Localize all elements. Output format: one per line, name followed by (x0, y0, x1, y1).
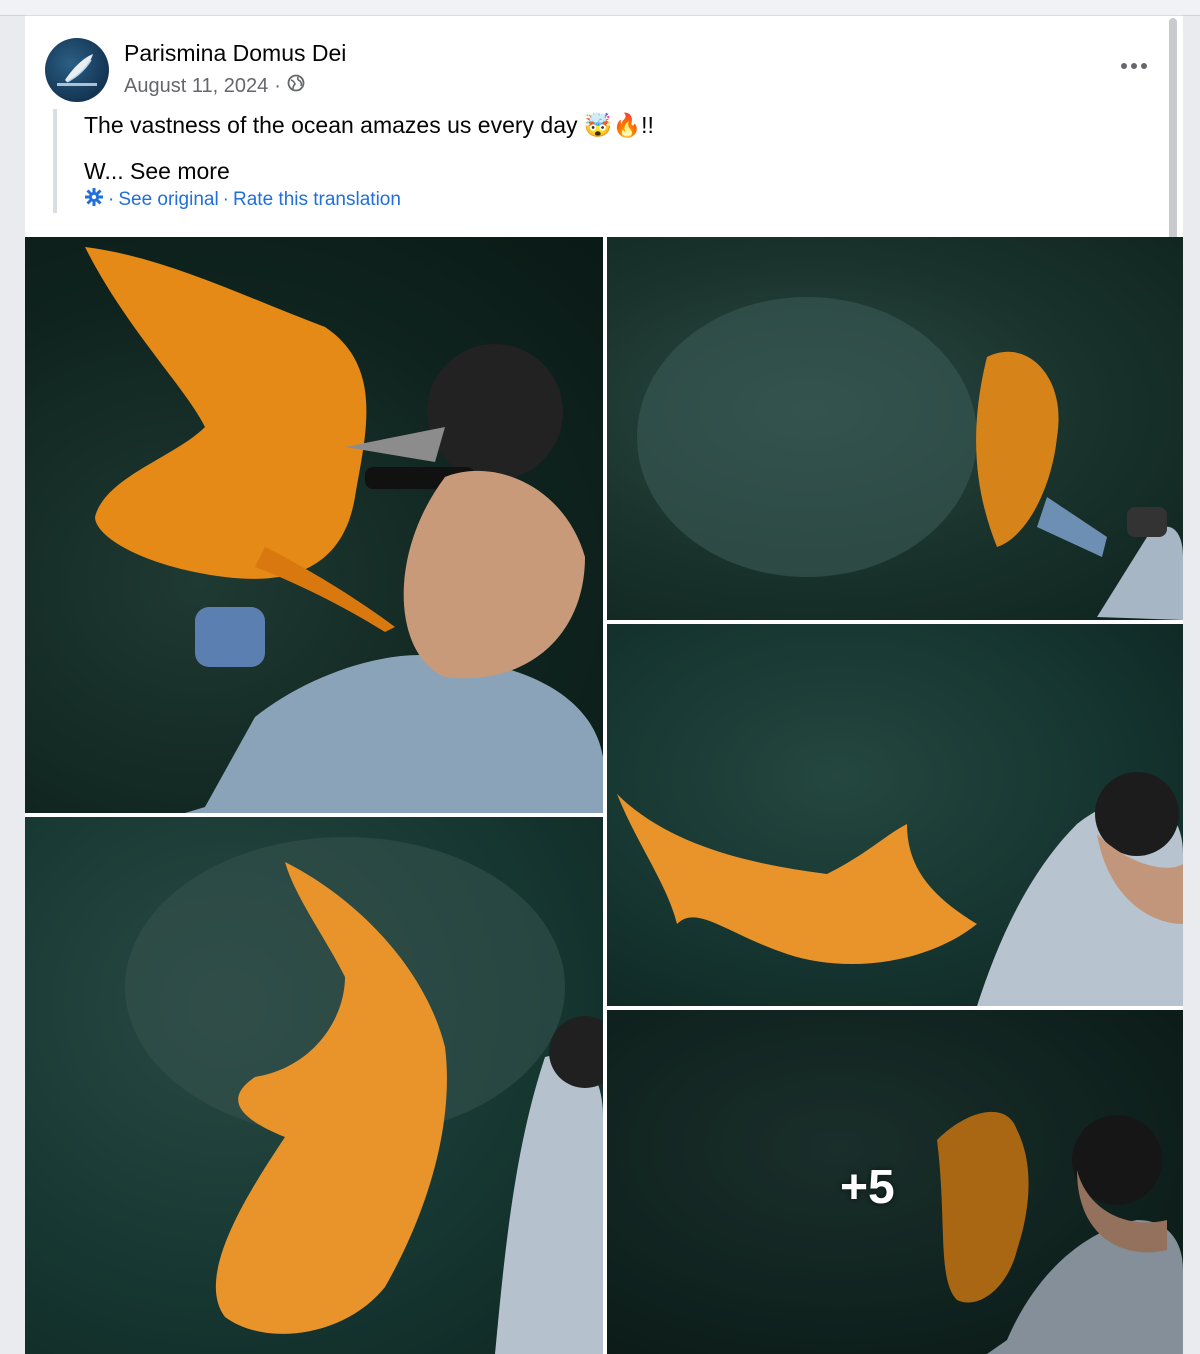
more-options-button[interactable] (1119, 56, 1149, 76)
photo-3[interactable] (607, 624, 1183, 1006)
translation-quote-bar (53, 109, 57, 213)
post-date[interactable]: August 11, 2024 (124, 75, 268, 98)
post-card: Parismina Domus Dei August 11, 2024 · Th… (25, 15, 1183, 1354)
photo-2-image (637, 297, 1183, 620)
translation-separator-1: · (108, 189, 115, 210)
photo-3-image (617, 772, 1183, 1006)
photo-1[interactable] (25, 237, 603, 813)
globe-icon (287, 74, 305, 98)
photo-1-image (85, 247, 603, 813)
more-horizontal-icon (1121, 63, 1147, 69)
photo-grid (25, 237, 1183, 1354)
photo-5[interactable] (607, 1010, 1183, 1354)
translation-separator-2: · (222, 189, 229, 210)
see-more-button[interactable]: See more (130, 158, 230, 184)
photo-2[interactable] (607, 237, 1183, 620)
post-text-line1: The vastness of the ocean amazes us ever… (84, 112, 654, 138)
author-name[interactable]: Parismina Domus Dei (124, 40, 346, 67)
photo-4-image (125, 837, 603, 1354)
see-original-link[interactable]: See original (118, 189, 218, 211)
page-avatar[interactable] (45, 38, 109, 102)
post-text-truncated: W... (84, 158, 124, 184)
photo-5-image (607, 1010, 1183, 1354)
post-meta: August 11, 2024 · (124, 74, 305, 98)
meta-separator: · (274, 74, 281, 97)
gear-icon[interactable] (84, 187, 104, 213)
photo-4[interactable] (25, 817, 603, 1354)
post-text-line2: W... See more (84, 158, 230, 185)
top-divider (0, 0, 1200, 16)
rate-translation-link[interactable]: Rate this translation (233, 189, 401, 211)
translation-bar: · See original · Rate this translation (84, 187, 401, 213)
avatar-logo (57, 54, 97, 86)
